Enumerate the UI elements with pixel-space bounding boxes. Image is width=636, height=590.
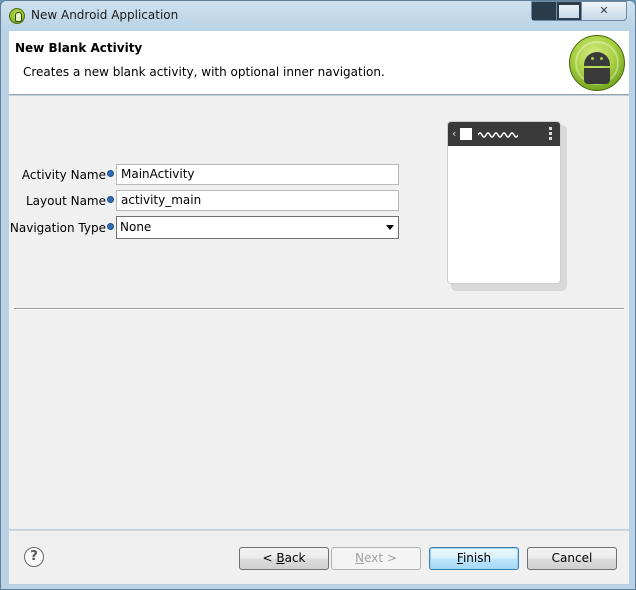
preview-action-bar: ‹ [448,122,560,146]
window-title: New Android Application [31,8,179,22]
minimize-icon [532,2,556,20]
next-button[interactable]: Next > [331,547,421,570]
android-logo-icon [569,35,625,91]
dropdown-arrow-icon [386,225,394,230]
cancel-button[interactable]: Cancel [527,547,617,570]
maximize-icon [557,2,581,20]
back-prefix: < [262,551,277,565]
maximize-button[interactable] [556,1,582,21]
finish-rest: inish [462,551,492,565]
next-rest: ext > [364,551,397,565]
content-separator [14,308,624,310]
title-bar[interactable]: New Android Application ✕ [1,1,635,29]
navigation-type-info-icon[interactable] [107,223,114,230]
wizard-header: New Blank Activity Creates a new blank a… [9,31,629,95]
help-icon[interactable]: ? [24,547,44,567]
next-mnemonic: N [355,551,365,565]
layout-name-label-cell: Layout Name [9,191,106,213]
layout-name-label: Layout Name [25,194,106,208]
layout-name-input[interactable]: activity_main [116,190,399,211]
page-title: New Blank Activity [15,41,143,55]
minimize-button[interactable] [531,1,557,21]
navigation-type-select[interactable]: None [116,216,399,239]
app-icon-placeholder [460,128,472,140]
wizard-content: Activity Name MainActivity Layout Name a… [9,96,629,529]
layout-name-info-icon[interactable] [107,196,114,203]
back-button[interactable]: < Back [239,547,329,570]
dialog-window: New Android Application ✕ New Blank Acti… [0,0,636,590]
back-rest: ack [284,551,306,565]
up-chevron-icon: ‹ [452,127,457,140]
close-icon: ✕ [599,4,609,17]
activity-name-label: Activity Name [21,168,106,182]
back-mnemonic: B [276,551,285,565]
page-description: Creates a new blank activity, with optio… [23,65,385,79]
activity-name-label-cell: Activity Name [9,165,106,187]
close-button[interactable]: ✕ [581,1,627,21]
navigation-type-label-cell: Navigation Type [9,218,106,240]
activity-name-info-icon[interactable] [107,170,114,177]
finish-button[interactable]: Finish [429,547,519,570]
navigation-type-value: None [120,220,152,234]
activity-name-input[interactable]: MainActivity [116,164,399,185]
navigation-type-label: Navigation Type [9,221,106,235]
activity-preview: ‹ [447,121,561,284]
button-bar: ? < Back Next > Finish Cancel [9,530,629,584]
android-app-icon [9,8,25,24]
title-squiggle-icon [478,132,518,138]
overflow-menu-icon [549,127,552,142]
android-body [584,68,610,84]
